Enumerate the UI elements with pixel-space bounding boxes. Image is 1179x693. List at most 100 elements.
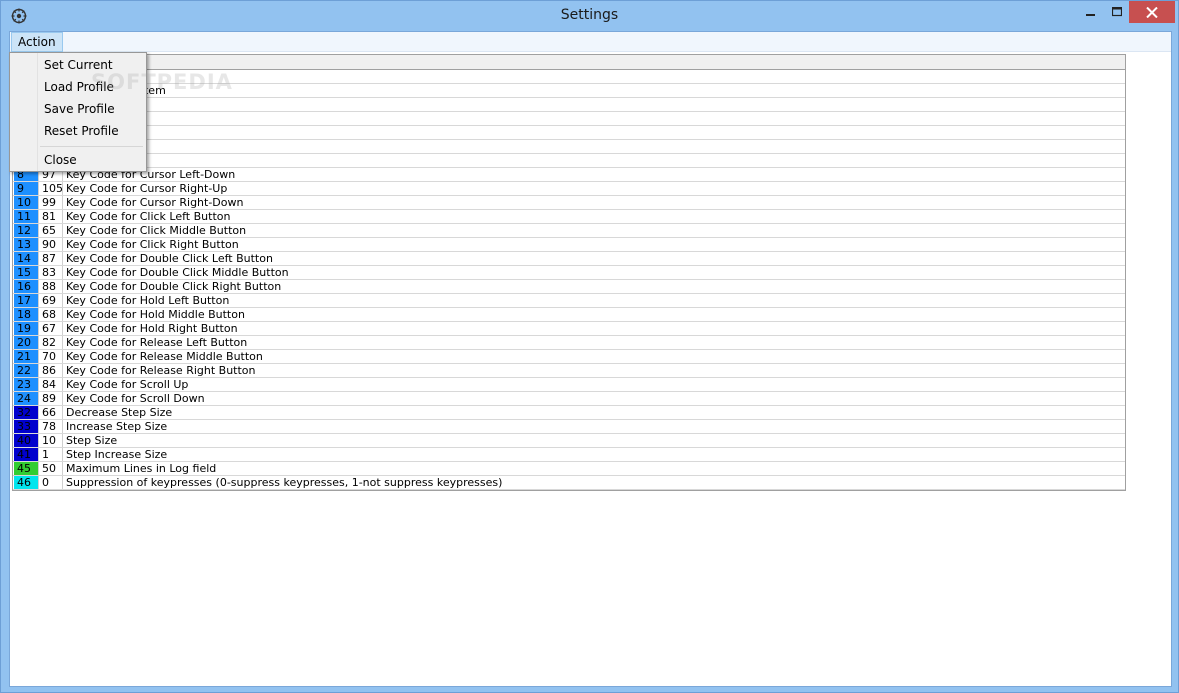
row-id-cell[interactable]: 20 (14, 336, 39, 349)
close-window-button[interactable] (1129, 1, 1175, 23)
row-value-cell[interactable]: 70 (39, 350, 63, 363)
table-row[interactable]: 9 105 Key Code for Cursor Right-Up (13, 182, 1125, 196)
row-value-cell[interactable]: 99 (39, 196, 63, 209)
menu-item-reset-profile[interactable]: Reset Profile (44, 124, 119, 138)
row-description-cell[interactable]: rsor Down (63, 140, 1125, 153)
table-row[interactable]: 13 90 Key Code for Click Right Button (13, 238, 1125, 252)
row-id-cell[interactable]: 41 (14, 448, 39, 461)
row-id-cell[interactable]: 21 (14, 350, 39, 363)
row-description-cell[interactable]: Increase Step Size (63, 420, 1125, 433)
row-id-cell[interactable]: 22 (14, 364, 39, 377)
row-description-cell[interactable]: Key Code for Hold Right Button (63, 322, 1125, 335)
table-row[interactable]: 24 89 Key Code for Scroll Down (13, 392, 1125, 406)
table-row[interactable]: 17 69 Key Code for Hold Left Button (13, 294, 1125, 308)
row-description-cell[interactable]: Key Code for Cursor Right-Up (63, 182, 1125, 195)
row-value-cell[interactable]: 68 (39, 308, 63, 321)
row-value-cell[interactable]: 89 (39, 392, 63, 405)
table-row[interactable]: 45 50 Maximum Lines in Log field (13, 462, 1125, 476)
row-description-cell[interactable]: Step Increase Size (63, 448, 1125, 461)
row-id-cell[interactable]: 11 (14, 210, 39, 223)
table-row[interactable]: 12 65 Key Code for Click Middle Button (13, 224, 1125, 238)
row-id-cell[interactable]: 15 (14, 266, 39, 279)
row-description-cell[interactable]: rsor Left (63, 98, 1125, 111)
table-row[interactable]: rsor Up (13, 126, 1125, 140)
row-value-cell[interactable]: 87 (39, 252, 63, 265)
table-row[interactable]: 21 70 Key Code for Release Middle Button (13, 350, 1125, 364)
row-description-cell[interactable]: rsor Up (63, 126, 1125, 139)
row-description-cell[interactable]: Key Code for Click Right Button (63, 238, 1125, 251)
menu-item-close[interactable]: Close (44, 153, 77, 167)
row-value-cell[interactable]: 86 (39, 364, 63, 377)
row-value-cell[interactable]: 88 (39, 280, 63, 293)
grid-header-col-3[interactable] (63, 55, 1125, 69)
table-row[interactable]: 8 97 Key Code for Cursor Left-Down (13, 168, 1125, 182)
row-id-cell[interactable]: 40 (14, 434, 39, 447)
row-description-cell[interactable]: Key Code for Click Left Button (63, 210, 1125, 223)
menu-action[interactable]: Action (11, 32, 63, 52)
row-description-cell[interactable]: Key Code for Scroll Down (63, 392, 1125, 405)
row-description-cell[interactable]: Key Code for Double Click Right Button (63, 280, 1125, 293)
table-row[interactable]: rsor Down (13, 140, 1125, 154)
row-value-cell[interactable]: 10 (39, 434, 63, 447)
table-row[interactable]: 15 83 Key Code for Double Click Middle But… (13, 266, 1125, 280)
table-row[interactable]: 41 1 Step Increase Size (13, 448, 1125, 462)
row-value-cell[interactable]: 0 (39, 476, 63, 489)
row-value-cell[interactable]: 84 (39, 378, 63, 391)
row-description-cell[interactable]: Key Code for Release Middle Button (63, 350, 1125, 363)
row-description-cell[interactable]: Key Code for Scroll Up (63, 378, 1125, 391)
row-id-cell[interactable]: 17 (14, 294, 39, 307)
row-id-cell[interactable]: 46 (14, 476, 39, 489)
title-bar[interactable]: Settings (1, 1, 1178, 31)
row-description-cell[interactable]: rsor Left-Up (63, 154, 1125, 167)
row-id-cell[interactable]: 19 (14, 322, 39, 335)
table-row[interactable]: 46 0 Suppression of keypresses (0-suppress… (13, 476, 1125, 490)
row-value-cell[interactable]: 78 (39, 420, 63, 433)
table-row[interactable]: rsor Left (13, 98, 1125, 112)
row-description-cell[interactable]: Key Code for Release Left Button (63, 336, 1125, 349)
minimize-button[interactable] (1077, 1, 1104, 23)
table-row[interactable]: 20 82 Key Code for Release Left Button (13, 336, 1125, 350)
row-value-cell[interactable]: 50 (39, 462, 63, 475)
row-value-cell[interactable]: 66 (39, 406, 63, 419)
table-row[interactable]: rsor Left-Up (13, 154, 1125, 168)
row-value-cell[interactable]: 83 (39, 266, 63, 279)
row-description-cell[interactable]: Key Code for Cursor Left-Down (63, 168, 1125, 181)
row-id-cell[interactable]: 45 (14, 462, 39, 475)
row-description-cell[interactable]: Key Code for Click Middle Button (63, 224, 1125, 237)
row-value-cell[interactable]: 90 (39, 238, 63, 251)
row-description-cell[interactable]: Key Code for Cursor Right-Down (63, 196, 1125, 209)
row-value-cell[interactable]: 69 (39, 294, 63, 307)
row-value-cell[interactable]: 81 (39, 210, 63, 223)
row-id-cell[interactable]: 24 (14, 392, 39, 405)
row-description-cell[interactable]: rsor Right (63, 112, 1125, 125)
row-id-cell[interactable]: 12 (14, 224, 39, 237)
row-id-cell[interactable]: 33 (14, 420, 39, 433)
row-id-cell[interactable]: 23 (14, 378, 39, 391)
table-row[interactable]: 16 88 Key Code for Double Click Right Butt… (13, 280, 1125, 294)
row-value-cell[interactable]: 82 (39, 336, 63, 349)
row-description-cell[interactable]: Key Code for Hold Middle Button (63, 308, 1125, 321)
table-row[interactable]: rsor Right (13, 112, 1125, 126)
row-id-cell[interactable]: 10 (14, 196, 39, 209)
table-row[interactable]: 32 66 Decrease Step Size (13, 406, 1125, 420)
table-row[interactable]: 40 10 Step Size (13, 434, 1125, 448)
row-id-cell[interactable]: 18 (14, 308, 39, 321)
row-description-cell[interactable]: Key Code for Double Click Left Button (63, 252, 1125, 265)
row-description-cell[interactable]: Key Code for Double Click Middle Button (63, 266, 1125, 279)
row-description-cell[interactable]: Decrease Step Size (63, 406, 1125, 419)
maximize-button[interactable] (1103, 1, 1130, 23)
table-row[interactable]: 22 86 Key Code for Release Right Button (13, 364, 1125, 378)
row-value-cell[interactable]: 67 (39, 322, 63, 335)
row-id-cell[interactable]: 14 (14, 252, 39, 265)
row-description-cell[interactable]: Maximum Lines in Log field (63, 462, 1125, 475)
row-id-cell[interactable]: 32 (14, 406, 39, 419)
table-row[interactable]: 18 68 Key Code for Hold Middle Button (13, 308, 1125, 322)
row-description-cell[interactable]: Suppression of keypresses (0-suppress ke… (63, 476, 1125, 489)
table-row[interactable]: 23 84 Key Code for Scroll Up (13, 378, 1125, 392)
row-id-cell[interactable]: 16 (14, 280, 39, 293)
row-id-cell[interactable]: 13 (14, 238, 39, 251)
table-row[interactable]: 33 78 Increase Step Size (13, 420, 1125, 434)
row-description-cell[interactable]: Step Size (63, 434, 1125, 447)
row-value-cell[interactable]: 65 (39, 224, 63, 237)
row-value-cell[interactable]: 105 (39, 182, 63, 195)
